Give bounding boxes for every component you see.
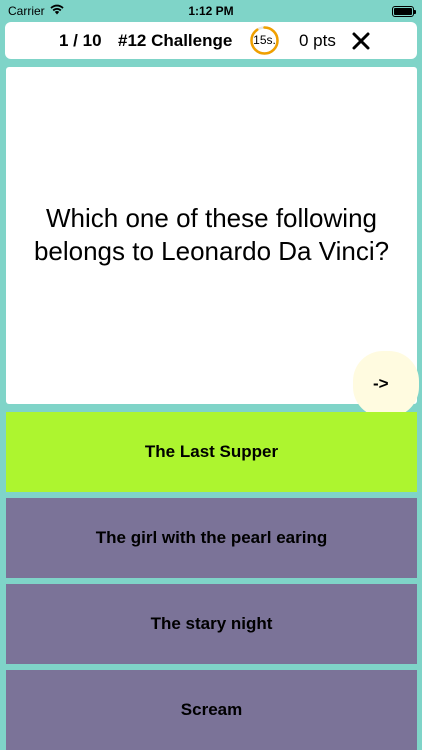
battery-icon [392, 6, 416, 17]
question-progress: 1 / 10 [59, 31, 102, 50]
status-time: 1:12 PM [188, 4, 234, 18]
next-button[interactable]: -> [353, 351, 419, 417]
answer-option-1[interactable]: The Last Supper [6, 412, 417, 492]
close-icon [352, 32, 370, 50]
close-button[interactable] [351, 31, 371, 51]
quiz-header: 1 / 10 #12 Challenge 15s. 0 pts [5, 22, 417, 59]
answer-option-4[interactable]: Scream [6, 670, 417, 750]
answer-option-3[interactable]: The stary night [6, 584, 417, 664]
question-card: Which one of these following belongs to … [6, 67, 417, 404]
timer-label: 15s. [253, 33, 276, 47]
countdown-timer: 15s. [250, 26, 279, 55]
challenge-title: #12 Challenge [118, 31, 233, 50]
points-label: 0 pts [299, 31, 336, 50]
question-text: Which one of these following belongs to … [33, 203, 390, 266]
status-bar: Carrier 1:12 PM [0, 0, 422, 22]
answer-option-2[interactable]: The girl with the pearl earing [6, 498, 417, 578]
